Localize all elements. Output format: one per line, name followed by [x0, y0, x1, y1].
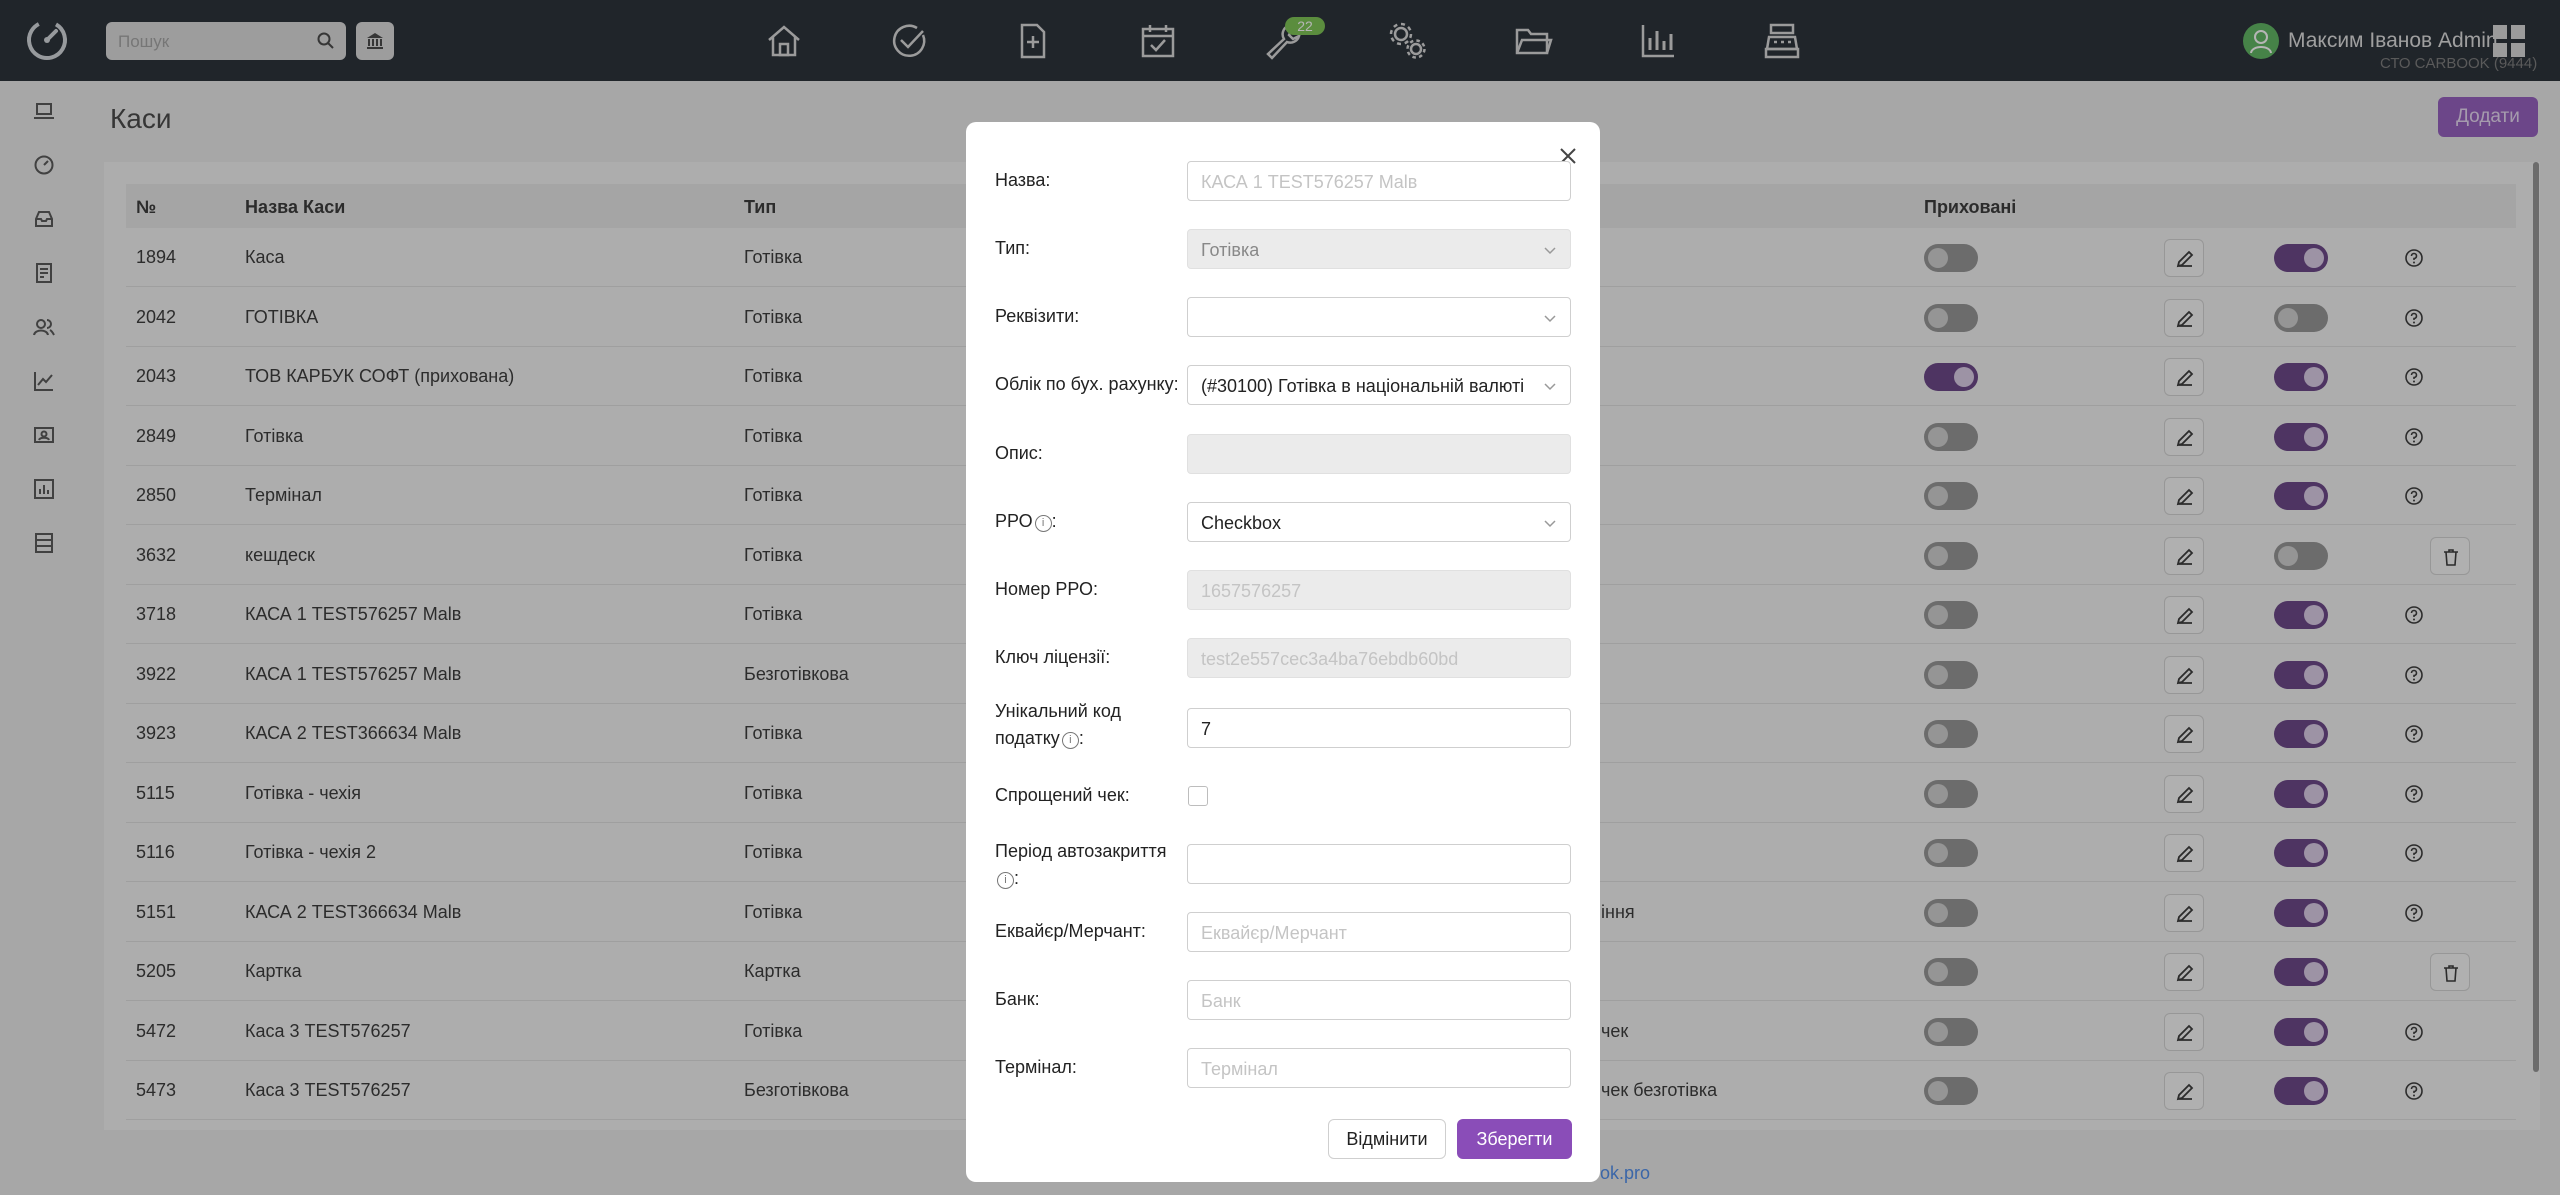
tax-code-label-line1: Унікальний код [995, 701, 1121, 721]
acquirer-label: Еквайєр/Мерчант: [995, 921, 1146, 941]
autoclose-field[interactable] [1187, 844, 1571, 884]
tax-code-field[interactable]: 7 [1187, 708, 1571, 748]
type-value: Готівка [1201, 240, 1260, 260]
bank-placeholder: Банк [1201, 991, 1241, 1011]
name-label: Назва: [995, 170, 1051, 190]
tax-code-value: 7 [1201, 719, 1212, 739]
rro-number-label: Номер РРО: [995, 579, 1099, 599]
chevron-down-icon [1544, 520, 1556, 528]
acquirer-field[interactable]: Еквайєр/Мерчант [1187, 912, 1571, 952]
bank-label: Банк: [995, 989, 1040, 1009]
terminal-placeholder: Термінал [1201, 1059, 1278, 1079]
terminal-field[interactable]: Термінал [1187, 1048, 1571, 1088]
tax-code-label: Унікальний код податку i: [995, 701, 1121, 749]
info-icon[interactable]: i [997, 872, 1014, 889]
tax-code-label-line2: податку [995, 728, 1060, 748]
info-icon[interactable]: i [1061, 732, 1079, 749]
simple-check-label: Спрощений чек: [995, 785, 1130, 805]
account-value: (#30100) Готівка в національній валюті [1201, 376, 1525, 396]
rro-label-text: РРО [995, 511, 1033, 531]
autoclose-label: Період автозакриття i: [995, 841, 1167, 889]
rro-label: РРО i: [995, 511, 1057, 532]
chevron-down-icon [1544, 247, 1556, 255]
footer-link[interactable]: ok.pro [1600, 1163, 1650, 1184]
account-select[interactable]: (#30100) Готівка в національній валюті [1187, 365, 1571, 405]
license-key-value: test2e557cec3a4ba76ebdb60bd [1201, 649, 1459, 669]
requisites-select[interactable] [1187, 297, 1571, 337]
simple-check-checkbox[interactable] [1188, 786, 1208, 806]
description-field [1187, 434, 1571, 474]
rro-value: Checkbox [1201, 513, 1282, 533]
bank-field[interactable]: Банк [1187, 980, 1571, 1020]
description-label: Опис: [995, 443, 1043, 463]
type-select: Готівка [1187, 229, 1571, 269]
cash-register-edit-modal: Назва: КАСА 1 TEST576257 Malв Тип: Готів… [966, 122, 1600, 1182]
license-key-field: test2e557cec3a4ba76ebdb60bd [1187, 638, 1571, 678]
type-label: Тип: [995, 238, 1031, 258]
acquirer-placeholder: Еквайєр/Мерчант [1201, 923, 1347, 943]
rro-number-value: 1657576257 [1201, 581, 1302, 601]
save-button[interactable]: Зберегти [1457, 1119, 1572, 1159]
terminal-label: Термінал: [995, 1057, 1077, 1077]
license-key-label: Ключ ліцензії: [995, 647, 1111, 667]
requisites-label: Реквізити: [995, 306, 1080, 326]
chevron-down-icon [1544, 315, 1556, 323]
rro-number-field: 1657576257 [1187, 570, 1571, 610]
name-value: КАСА 1 TEST576257 Malв [1201, 172, 1418, 192]
cancel-button[interactable]: Відмінити [1328, 1119, 1446, 1159]
autoclose-label-text: Період автозакриття [995, 841, 1167, 861]
rro-select[interactable]: Checkbox [1187, 502, 1571, 542]
info-icon[interactable]: i [1034, 515, 1052, 532]
name-field[interactable]: КАСА 1 TEST576257 Malв [1187, 161, 1571, 201]
chevron-down-icon [1544, 383, 1556, 391]
account-label: Облік по бух. рахунку: [995, 374, 1179, 394]
